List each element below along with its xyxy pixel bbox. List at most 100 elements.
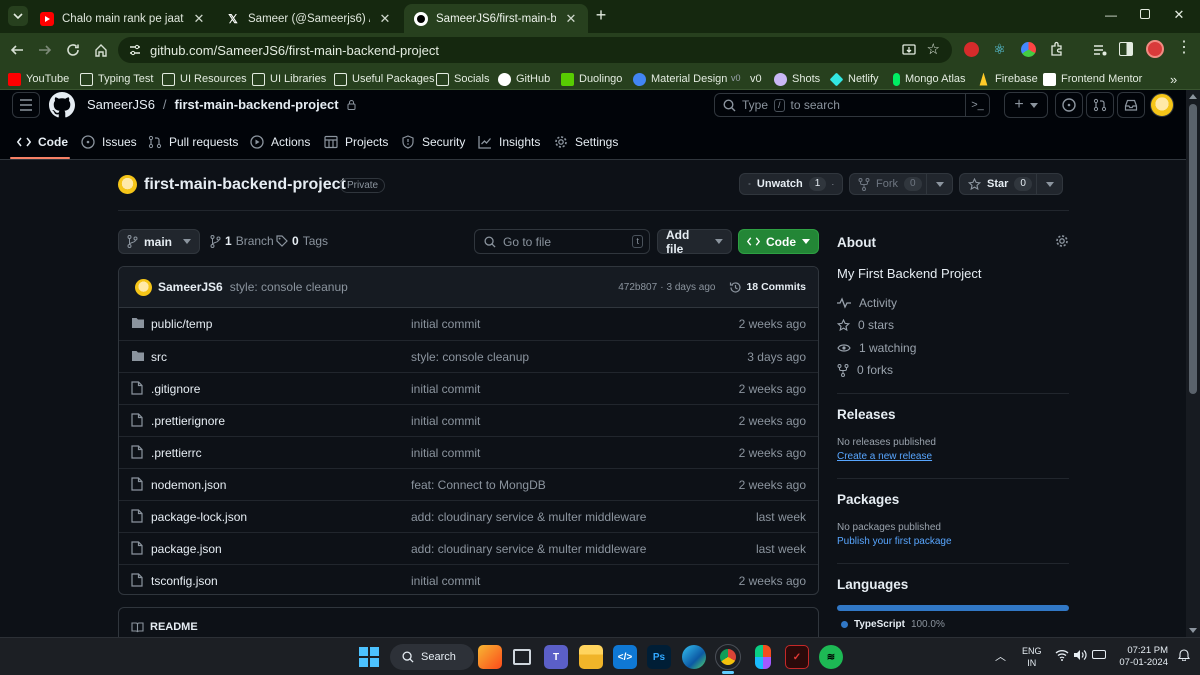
file-row[interactable]: package.json add: cloudinary service & mu… xyxy=(119,532,818,564)
commits-link[interactable]: 18 Commits xyxy=(729,281,806,294)
bookmark-frontend-mentor[interactable]: Frontend Mentor xyxy=(1043,71,1142,87)
file-row[interactable]: .prettierrc initial commit 2 weeks ago xyxy=(119,436,818,468)
file-commit-message[interactable]: style: console cleanup xyxy=(411,350,529,364)
page-scrollbar[interactable] xyxy=(1186,90,1200,637)
clock[interactable]: 07:21 PM 07-01-2024 xyxy=(1114,645,1168,669)
releases-heading[interactable]: Releases xyxy=(837,407,896,422)
profile-avatar[interactable] xyxy=(1146,40,1164,58)
tab-security[interactable]: Security xyxy=(401,131,465,153)
file-row[interactable]: src style: console cleanup 3 days ago xyxy=(119,340,818,372)
taskbar-search[interactable]: Search xyxy=(390,644,474,670)
file-commit-message[interactable]: initial commit xyxy=(411,574,480,588)
edge-icon[interactable] xyxy=(682,645,706,669)
file-row[interactable]: .gitignore initial commit 2 weeks ago xyxy=(119,372,818,404)
bookmark-star-icon[interactable]: ☆ xyxy=(927,42,940,57)
app-icon-red[interactable]: ✓ xyxy=(785,645,809,669)
windows-start-icon[interactable] xyxy=(357,645,381,669)
battery-icon[interactable] xyxy=(1092,650,1106,659)
extension-icon-1[interactable] xyxy=(964,42,979,57)
create-release-link[interactable]: Create a new release xyxy=(837,451,932,462)
commit-author[interactable]: SameerJS6 xyxy=(158,280,223,294)
file-name[interactable]: public/temp xyxy=(151,317,212,331)
bookmark-duolingo[interactable]: Duolingo xyxy=(561,71,622,87)
scroll-down-arrow[interactable] xyxy=(1189,628,1197,633)
close-window-button[interactable]: ✕ xyxy=(1172,7,1186,22)
notification-bell-icon[interactable] xyxy=(1178,648,1190,661)
file-row[interactable]: tsconfig.json initial commit 2 weeks ago xyxy=(119,564,818,594)
github-logo-icon[interactable] xyxy=(49,92,75,118)
pull-requests-button[interactable] xyxy=(1086,92,1114,118)
file-name[interactable]: package-lock.json xyxy=(151,510,247,524)
tab-issues[interactable]: Issues xyxy=(81,131,137,153)
tags-link[interactable]: 0 Tags xyxy=(276,234,328,248)
commit-author-avatar[interactable] xyxy=(135,278,152,296)
file-commit-message[interactable]: add: cloudinary service & multer middlew… xyxy=(411,510,646,524)
file-commit-message[interactable]: initial commit xyxy=(411,317,480,331)
teams-icon[interactable]: T xyxy=(544,645,568,669)
breadcrumb-owner[interactable]: SameerJS6 xyxy=(87,97,155,112)
language-indicator[interactable]: ENG IN xyxy=(1022,645,1042,669)
file-name[interactable]: nodemon.json xyxy=(151,478,226,492)
reload-button[interactable] xyxy=(61,38,85,62)
address-bar[interactable]: github.com/SameerJS6/first-main-backend-… xyxy=(118,37,952,63)
branch-selector[interactable]: main xyxy=(118,229,200,254)
task-view-icon[interactable] xyxy=(513,649,531,665)
tab-insights[interactable]: Insights xyxy=(478,131,540,153)
readme-header[interactable]: README xyxy=(131,621,198,633)
star-button[interactable]: Star 0 xyxy=(959,173,1063,195)
extension-icon-3[interactable] xyxy=(1021,42,1036,57)
file-name[interactable]: tsconfig.json xyxy=(151,574,218,588)
bookmark-github[interactable]: GitHub xyxy=(498,71,550,87)
language-item-typescript[interactable]: TypeScript 100.0% xyxy=(841,619,945,630)
issues-button[interactable] xyxy=(1055,92,1083,118)
tab-code[interactable]: Code xyxy=(17,131,68,153)
tab-settings[interactable]: Settings xyxy=(554,131,618,153)
tab-actions[interactable]: Actions xyxy=(250,131,310,153)
media-control-icon[interactable] xyxy=(1092,42,1108,58)
bookmark-youtube[interactable]: YouTube xyxy=(8,71,69,87)
vscode-icon[interactable]: </> xyxy=(613,645,637,669)
file-name[interactable]: src xyxy=(151,350,167,364)
file-explorer-icon[interactable] xyxy=(579,645,603,669)
about-settings-gear-icon[interactable] xyxy=(1055,234,1069,248)
install-app-icon[interactable] xyxy=(902,43,916,57)
file-row[interactable]: public/temp initial commit 2 weeks ago xyxy=(119,308,818,340)
publish-package-link[interactable]: Publish your first package xyxy=(837,536,952,547)
minimize-button[interactable]: — xyxy=(1104,8,1118,22)
global-search-input[interactable]: Type / to search >_ xyxy=(714,93,990,117)
bookmark-useful-packages[interactable]: Useful Packages xyxy=(334,71,435,87)
new-tab-button[interactable]: + xyxy=(592,6,610,25)
tab-projects[interactable]: Projects xyxy=(324,131,388,153)
user-avatar[interactable] xyxy=(1150,93,1174,117)
photoshop-icon[interactable]: Ps xyxy=(647,645,671,669)
home-button[interactable] xyxy=(89,38,113,62)
bookmark-shots[interactable]: Shots xyxy=(774,71,820,87)
back-button[interactable] xyxy=(5,38,29,62)
close-icon[interactable]: ✕ xyxy=(564,11,578,26)
browser-tab-github[interactable]: SameerJS6/first-main-backend- ✕ xyxy=(404,4,588,33)
bookmark-typing-test[interactable]: Typing Test xyxy=(80,71,153,87)
unwatch-button[interactable]: Unwatch 1 xyxy=(739,173,843,195)
bookmark-material-design[interactable]: Material Design xyxy=(633,71,727,87)
branches-link[interactable]: 1 Branch xyxy=(210,234,274,248)
site-info-icon[interactable] xyxy=(128,43,142,57)
browser-tab-youtube[interactable]: Chalo main rank pe jaate h ✕ xyxy=(30,4,216,33)
watching-link[interactable]: 1 watching xyxy=(837,341,916,355)
activity-link[interactable]: Activity xyxy=(837,296,897,310)
inbox-button[interactable] xyxy=(1117,92,1145,118)
browser-menu-icon[interactable]: ⋮ xyxy=(1176,40,1192,58)
command-palette-icon[interactable]: >_ xyxy=(965,93,989,117)
file-commit-message[interactable]: initial commit xyxy=(411,414,480,428)
bookmark-ui-libraries[interactable]: UI Libraries xyxy=(252,71,326,87)
close-icon[interactable]: ✕ xyxy=(192,11,206,26)
file-name[interactable]: .prettierignore xyxy=(151,414,225,428)
react-devtools-icon[interactable]: ⚛ xyxy=(992,42,1007,57)
file-name[interactable]: package.json xyxy=(151,542,222,556)
volume-icon[interactable] xyxy=(1073,649,1087,661)
stars-link[interactable]: 0 stars xyxy=(837,318,894,332)
chrome-icon[interactable] xyxy=(715,644,741,670)
commit-message[interactable]: style: console cleanup xyxy=(230,280,348,294)
widgets-icon[interactable] xyxy=(478,645,502,669)
add-file-button[interactable]: Add file xyxy=(657,228,732,256)
forward-button[interactable] xyxy=(33,38,57,62)
